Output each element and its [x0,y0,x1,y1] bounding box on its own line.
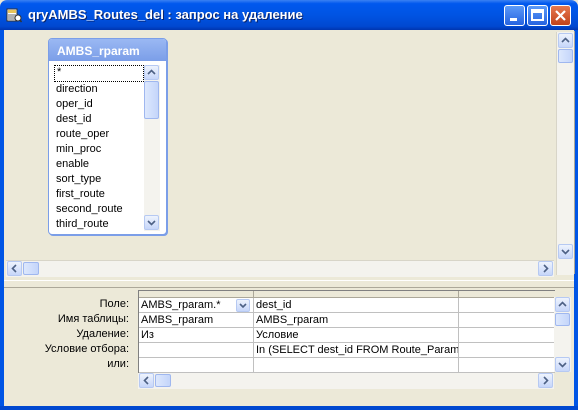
chevron-right-icon [543,264,549,273]
row-label-field: Поле: [99,298,129,310]
row-label-table: Имя таблицы: [57,313,129,325]
maximize-button[interactable] [527,5,548,26]
field-dropdown-button[interactable] [236,299,250,312]
scroll-up-button[interactable] [558,33,573,48]
field-item[interactable]: min_proc [54,142,144,157]
grid-horizontal-scrollbar[interactable] [138,373,554,389]
column-selector[interactable] [459,291,555,298]
field-list[interactable]: * direction oper_id dest_id route_oper m… [54,65,144,231]
grid-vertical-scrollbar[interactable] [554,297,571,372]
scroll-thumb[interactable] [23,262,39,275]
table-pane-vertical-scrollbar[interactable] [556,32,574,275]
grid-cell-criteria[interactable] [459,343,555,358]
title-bar[interactable]: qryAMBS_Routes_del : запрос на удаление [0,0,578,30]
chevron-up-icon [558,301,567,307]
column-selector[interactable] [254,291,459,298]
scroll-right-button[interactable] [538,261,553,276]
grid-cell-criteria[interactable] [139,343,254,358]
scroll-down-button[interactable] [555,357,570,372]
field-item[interactable]: direction [54,82,144,97]
grid-row-labels: Поле: Имя таблицы: Удаление: Условие отб… [6,297,133,372]
row-label-or: или: [107,358,129,370]
table-pane-horizontal-scrollbar[interactable] [6,260,554,277]
close-button[interactable] [550,5,571,26]
chevron-left-icon [143,376,149,385]
minimize-icon [510,18,517,21]
row-label-criteria: Условие отбора: [44,343,129,355]
chevron-down-icon [561,249,570,255]
chevron-up-icon [147,69,156,75]
field-item[interactable]: oper_id [54,97,144,112]
grid-cell-field[interactable] [459,298,555,313]
field-item[interactable]: third_route [54,217,144,231]
field-item[interactable]: first_route [54,187,144,202]
column-selector[interactable] [139,291,254,298]
design-grid[interactable]: AMBS_rparam.* AMBS_rparam Из dest_id AMB… [138,290,555,373]
scroll-thumb[interactable] [155,374,171,387]
field-item[interactable]: sort_type [54,172,144,187]
field-item[interactable]: route_oper [54,127,144,142]
scroll-down-button[interactable] [144,215,159,230]
query-icon [6,7,23,23]
field-item[interactable]: dest_id [54,112,144,127]
scroll-right-button[interactable] [538,373,553,388]
field-list-scrollbar[interactable] [144,65,160,231]
field-item[interactable]: enable [54,157,144,172]
window-frame-bottom [0,406,578,410]
close-icon [555,10,566,21]
minimize-button[interactable] [504,5,525,26]
pane-splitter[interactable] [4,280,574,288]
scroll-thumb[interactable] [555,313,570,326]
scroll-left-button[interactable] [7,261,22,276]
grid-cell-field[interactable]: AMBS_rparam.* [139,298,254,313]
chevron-down-icon [239,303,247,309]
chevron-left-icon [11,264,17,273]
scroll-up-button[interactable] [555,297,570,312]
table-field-list-box[interactable]: AMBS_rparam * direction oper_id dest_id … [48,38,167,235]
query-design-window: qryAMBS_Routes_del : запрос на удаление [0,0,578,410]
table-name: AMBS_rparam [57,44,140,58]
scroll-left-button[interactable] [139,373,154,388]
maximize-icon [531,9,544,21]
grid-cell-delete[interactable]: Условие [254,328,459,343]
window-title: qryAMBS_Routes_del : запрос на удаление [28,7,303,22]
grid-cell-table[interactable] [459,313,555,328]
grid-cell-criteria[interactable]: In (SELECT dest_id FROM Route_Param;) [254,343,459,358]
scroll-thumb[interactable] [558,49,573,63]
grid-cell-table[interactable]: AMBS_rparam [139,313,254,328]
field-item[interactable]: * [54,65,144,82]
grid-cell-delete[interactable]: Из [139,328,254,343]
grid-cell-or[interactable] [139,358,254,373]
chevron-up-icon [561,37,570,43]
table-box-title[interactable]: AMBS_rparam [49,39,166,61]
chevron-down-icon [147,220,156,226]
field-item[interactable]: second_route [54,202,144,217]
scroll-thumb[interactable] [144,81,159,119]
cell-text: AMBS_rparam.* [141,299,221,311]
grid-cell-delete[interactable] [459,328,555,343]
grid-cell-table[interactable]: AMBS_rparam [254,313,459,328]
grid-cell-or[interactable] [254,358,459,373]
chevron-down-icon [558,362,567,368]
grid-cell-or[interactable] [459,358,555,373]
chevron-right-icon [543,376,549,385]
scroll-down-button[interactable] [558,244,573,259]
row-label-delete: Удаление: [76,328,129,340]
grid-cell-field[interactable]: dest_id [254,298,459,313]
scroll-up-button[interactable] [144,65,159,80]
